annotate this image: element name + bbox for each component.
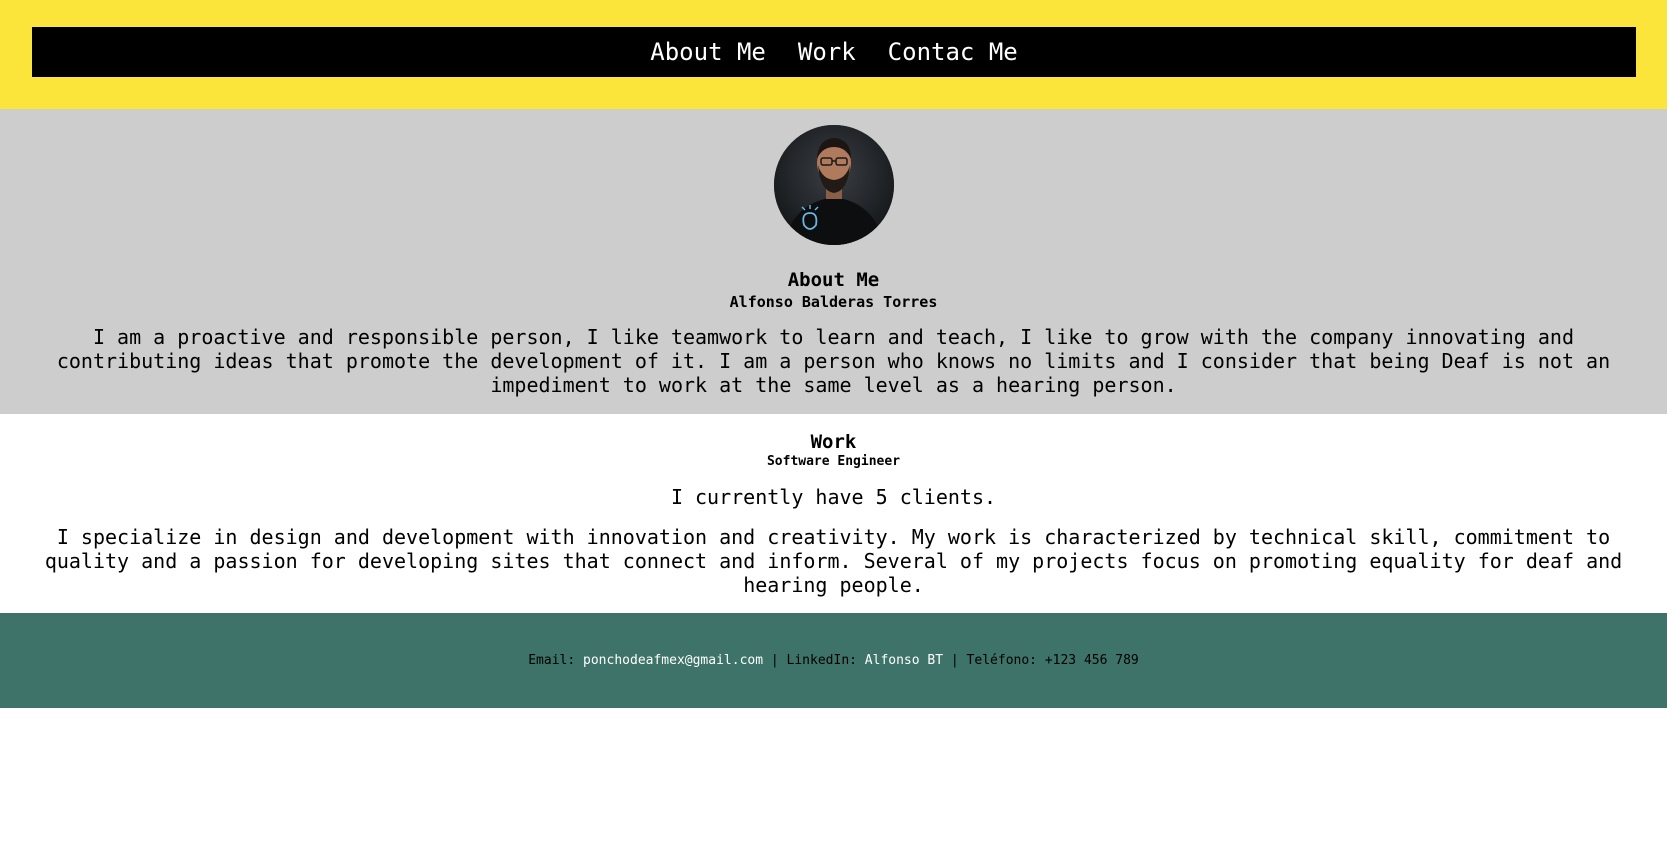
phone-text: | Teléfono: +123 456 789 [943,653,1139,668]
work-text: I specialize in design and development w… [44,525,1623,597]
nav-work[interactable]: Work [798,38,856,66]
about-title: About Me [787,269,880,291]
work-role: Software Engineer [766,454,901,469]
nav-contact[interactable]: Contac Me [888,38,1018,66]
nav-about-me[interactable]: About Me [650,38,766,66]
profile-photo [774,125,894,245]
work-clients: I currently have 5 clients. [670,485,997,509]
page: About Me Work Contac Me About Me Alfonso… [0,0,1667,708]
about-section: About Me Alfonso Balderas Torres I am a … [0,109,1667,414]
email-link[interactable]: ponchodeafmex@gmail.com [583,653,763,668]
work-title: Work [810,431,857,453]
linkedin-link[interactable]: Alfonso BT [865,653,943,668]
about-name: Alfonso Balderas Torres [729,293,938,311]
profile-avatar [774,125,894,245]
contact-line: Email: ponchodeafmex@gmail.com | LinkedI… [528,653,1139,668]
header: About Me Work Contac Me [0,0,1667,109]
work-section: Work Software Engineer I currently have … [0,414,1667,613]
email-label: Email: [528,653,584,668]
about-text: I am a proactive and responsible person,… [56,325,1611,397]
footer: Email: ponchodeafmex@gmail.com | LinkedI… [0,613,1667,708]
nav-bar: About Me Work Contac Me [32,27,1636,77]
scrollbar-gutter [1667,0,1672,855]
linkedin-label: | LinkedIn: [763,653,865,668]
